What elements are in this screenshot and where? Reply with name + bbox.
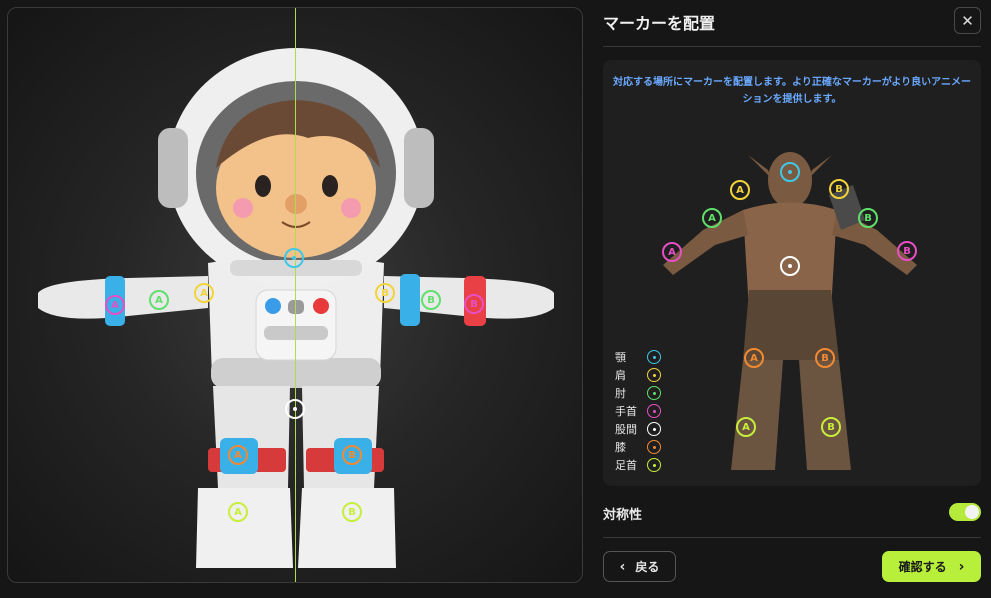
crotch-marker[interactable] [285,399,305,419]
wrist-marker-icon [647,404,661,418]
legend-item-wrist: 手首 [615,402,661,420]
marker-legend: 顎 肩 肘 手首 股間 膝 足首 [615,348,661,474]
legend-item-chin: 顎 [615,348,661,366]
knee-marker-a[interactable]: A [228,445,248,465]
confirm-button[interactable]: 確認する › [882,551,981,582]
ref-wrist-marker-b: B [897,241,917,261]
chevron-left-icon: ‹ [619,558,626,575]
back-button[interactable]: ‹ 戻る [603,551,676,582]
shoulder-marker-b[interactable]: B [375,283,395,303]
ankle-marker-b[interactable]: B [342,502,362,522]
elbow-marker-icon [647,386,661,400]
close-button[interactable]: ✕ [954,7,981,34]
divider [603,537,981,538]
elbow-marker-b[interactable]: B [421,290,441,310]
knee-marker-b[interactable]: B [342,445,362,465]
ref-shoulder-marker-b: B [829,179,849,199]
ref-ankle-marker-b: B [821,417,841,437]
legend-item-shoulder: 肩 [615,366,661,384]
ref-knee-marker-a: A [744,348,764,368]
close-icon: ✕ [961,11,974,30]
panel-title: マーカーを配置 [603,14,716,33]
wrist-marker-b[interactable]: B [464,294,484,314]
elbow-marker-a[interactable]: A [149,290,169,310]
shoulder-marker-a[interactable]: A [194,283,214,303]
reference-card: 対応する場所にマーカーを配置します。より正確なマーカーがより良いアニメーションを… [603,60,981,486]
symmetry-toggle[interactable] [949,503,981,521]
chin-marker[interactable] [284,248,304,268]
crotch-marker-icon [647,422,661,436]
ref-crotch-marker [780,256,800,276]
ref-elbow-marker-b: B [858,208,878,228]
symmetry-label: 対称性 [603,508,643,523]
wrist-marker-a[interactable]: A [105,295,125,315]
legend-item-crotch: 股間 [615,420,661,438]
legend-item-elbow: 肘 [615,384,661,402]
divider [603,46,981,47]
ref-shoulder-marker-a: A [730,180,750,200]
shoulder-marker-icon [647,368,661,382]
chin-marker-icon [647,350,661,364]
ref-ankle-marker-a: A [736,417,756,437]
ref-elbow-marker-a: A [702,208,722,228]
model-viewport[interactable]: A B A B A B A B A B [7,7,583,583]
legend-item-ankle: 足首 [615,456,661,474]
knee-marker-icon [647,440,661,454]
symmetry-line[interactable] [295,8,296,582]
ref-knee-marker-b: B [815,348,835,368]
ref-wrist-marker-a: A [662,242,682,262]
marker-panel: マーカーを配置 ✕ 対応する場所にマーカーを配置します。より正確なマーカーがより… [603,0,981,598]
legend-item-knee: 膝 [615,438,661,456]
toggle-knob [965,505,979,519]
chevron-right-icon: › [958,558,965,575]
ankle-marker-icon [647,458,661,472]
ankle-marker-a[interactable]: A [228,502,248,522]
ref-chin-marker [780,162,800,182]
